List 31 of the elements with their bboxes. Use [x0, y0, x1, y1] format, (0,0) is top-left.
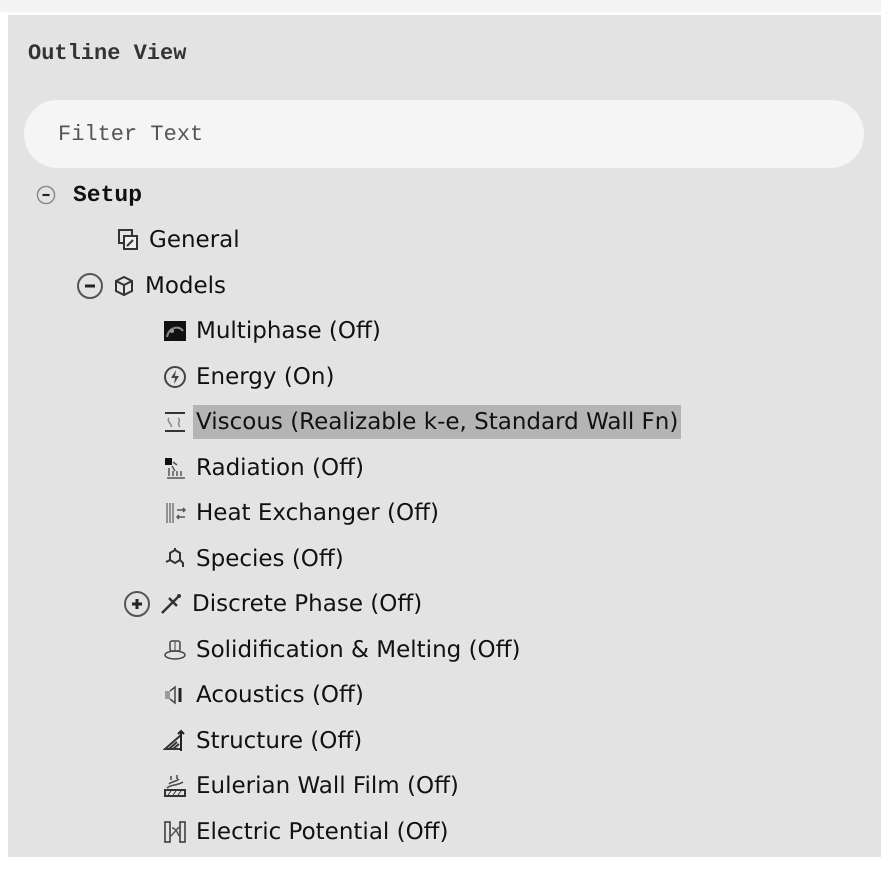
tree-item[interactable]: Structure (Off) [193, 724, 366, 758]
tree-item[interactable]: Multiphase (Off) [193, 314, 384, 348]
tree-item[interactable]: Radiation (Off) [193, 450, 367, 485]
tree-item[interactable]: Electric Potential (Off) [193, 814, 452, 849]
panel-title: Outline View [27, 40, 186, 66]
tree-item[interactable]: Discrete Phase (Off) [189, 587, 426, 622]
collapse-icon[interactable] [36, 184, 56, 205]
triangle-icon [163, 728, 187, 753]
dark-swirl-icon [163, 319, 187, 344]
injector-icon [159, 592, 183, 616]
tree-item[interactable]: Species (Off) [193, 542, 347, 576]
film-icon [163, 774, 187, 798]
cube-icon [112, 274, 136, 298]
tree-item[interactable]: Heat Exchanger (Off) [193, 496, 442, 530]
window-icon [116, 228, 140, 252]
electrodes-icon [163, 820, 187, 844]
lightning-icon [163, 364, 187, 389]
filter-field[interactable]: Filter Text [24, 100, 864, 168]
tree-item[interactable]: Solidification & Melting (Off) [193, 632, 524, 667]
tree-item[interactable]: General [146, 223, 243, 258]
tree-item[interactable]: Eulerian Wall Film (Off) [193, 769, 462, 804]
tree-item[interactable]: Energy (On) [193, 360, 338, 394]
collapse-icon[interactable] [76, 272, 104, 300]
tree-item[interactable]: Acoustics (Off) [193, 678, 367, 712]
flow-lines-icon [163, 410, 187, 434]
tree-item[interactable]: Models [142, 268, 230, 303]
heat-rays-icon [163, 456, 187, 480]
crucible-icon [163, 638, 187, 662]
tree-item[interactable]: Viscous (Realizable k-e, Standard Wall Fn) [193, 405, 682, 440]
expand-icon[interactable] [123, 590, 151, 618]
tree-item[interactable]: Setup [70, 178, 146, 212]
